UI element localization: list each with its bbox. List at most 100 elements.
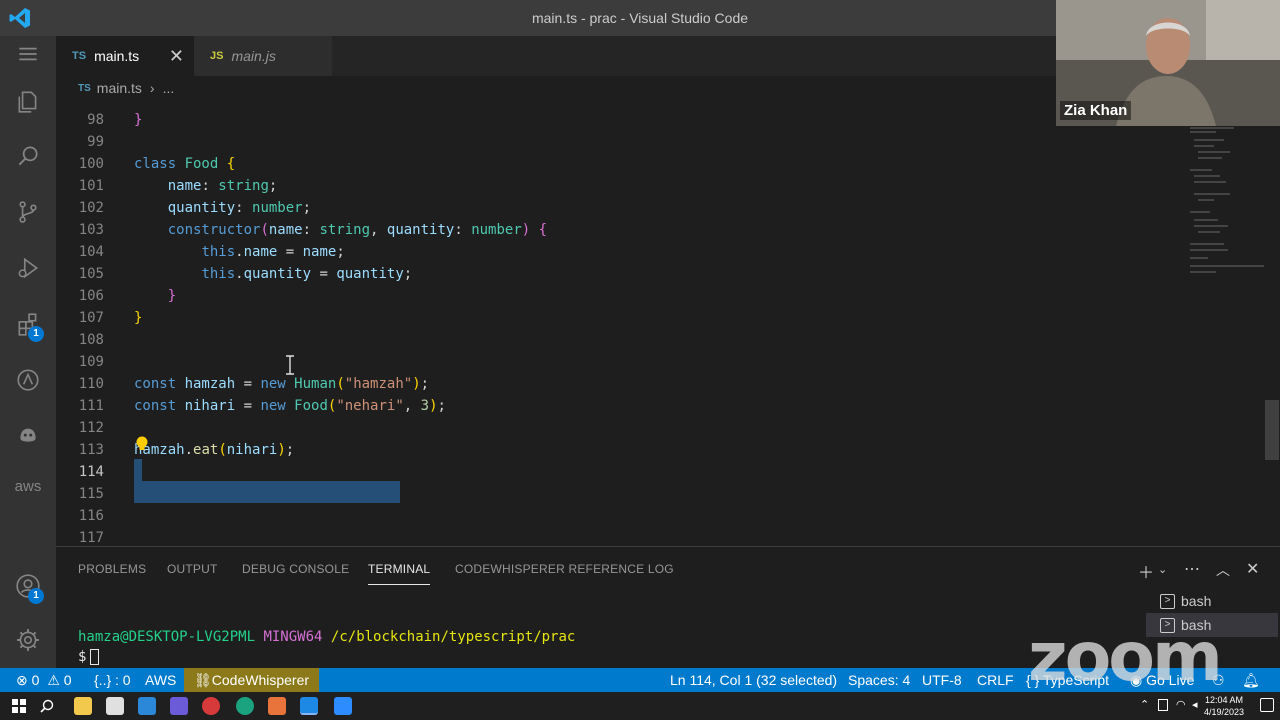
line-number: 102 xyxy=(78,200,104,216)
zoom-taskbar-icon[interactable] xyxy=(334,697,352,715)
code-text: } xyxy=(134,310,143,326)
tab-problems[interactable]: PROBLEMS xyxy=(78,562,146,576)
clock[interactable]: 12:04 AM 4/19/2023 xyxy=(1204,694,1244,718)
store-icon[interactable] xyxy=(106,697,124,715)
code-line: 116 xyxy=(56,505,1156,527)
chevron-down-icon[interactable]: ⌄ xyxy=(1158,563,1167,576)
problems-status[interactable]: ⊗ 0 ⚠ 0 xyxy=(16,668,72,692)
line-number: 114 xyxy=(78,464,104,480)
json-status[interactable]: {..} : 0 xyxy=(94,668,131,692)
figma-icon[interactable] xyxy=(268,697,286,715)
aws-toolkit-icon[interactable] xyxy=(0,356,56,404)
zoom-logo: zoom xyxy=(1028,618,1223,697)
tab-output[interactable]: OUTPUT xyxy=(167,562,218,576)
battery-icon[interactable] xyxy=(1158,699,1168,711)
manage-gear-icon[interactable] xyxy=(0,616,56,664)
search-icon[interactable] xyxy=(40,699,54,713)
line-number: 107 xyxy=(78,310,104,326)
code-line: 100 class Food { xyxy=(56,153,1156,175)
notification-center-icon[interactable] xyxy=(1260,698,1274,712)
javascript-file-icon: JS xyxy=(210,50,224,62)
code-line: 117 xyxy=(56,527,1156,546)
editor-scrollbar[interactable] xyxy=(1265,400,1279,460)
code-line: 111 const nihari = new Food("nehari", 3); xyxy=(56,395,1156,417)
code-text: } xyxy=(134,112,143,128)
tray-chevron-up-icon[interactable]: ⌃ xyxy=(1140,698,1149,711)
cursor-position[interactable]: Ln 114, Col 1 (32 selected) xyxy=(670,668,837,692)
close-panel-icon[interactable]: ✕ xyxy=(1246,559,1259,579)
notifications-icon[interactable]: 🔔︎ xyxy=(1242,668,1260,692)
line-number: 98 xyxy=(87,112,104,128)
terminal-item[interactable]: > bash xyxy=(1146,589,1278,613)
minimap[interactable] xyxy=(1184,124,1274,284)
opera-icon[interactable] xyxy=(202,697,220,715)
line-number: 103 xyxy=(78,222,104,238)
tab-codewhisperer-reference-log[interactable]: CODEWHISPERER REFERENCE LOG xyxy=(455,562,674,576)
close-icon[interactable]: ✕ xyxy=(169,46,184,67)
participant-name: Zia Khan xyxy=(1060,101,1132,120)
wifi-icon[interactable]: ◠ xyxy=(1176,698,1186,711)
error-count: 0 xyxy=(31,672,40,688)
copilot-icon[interactable] xyxy=(0,410,56,458)
encoding-status[interactable]: UTF-8 xyxy=(922,668,962,692)
more-actions-icon[interactable]: ⋯ xyxy=(1184,559,1200,579)
code-line: 109 xyxy=(56,351,1156,373)
tab-debug-console[interactable]: DEBUG CONSOLE xyxy=(242,562,349,576)
code-text: } xyxy=(167,288,177,304)
line-number: 117 xyxy=(78,530,104,546)
aws-status[interactable]: AWS xyxy=(145,668,176,692)
tab-label: main.ts xyxy=(94,48,140,64)
app-icon[interactable] xyxy=(170,697,188,715)
accounts-icon[interactable]: 1 xyxy=(0,562,56,610)
tab-terminal[interactable]: TERMINAL xyxy=(368,562,431,585)
indentation-status[interactable]: Spaces: 4 xyxy=(848,668,910,692)
aws-icon[interactable]: aws xyxy=(0,462,56,510)
breadcrumb-symbols[interactable]: ... xyxy=(163,80,175,96)
code-editor[interactable]: 98} 99 100 class Food {101 name: string; 102… xyxy=(56,100,1280,546)
activity-bar: 1 aws 1 xyxy=(0,36,56,668)
code-text: quantity: number; xyxy=(167,200,312,216)
new-terminal-icon[interactable]: ＋ xyxy=(1138,559,1154,583)
edge-icon[interactable] xyxy=(236,697,254,715)
tab-bar: TS main.ts ✕ JS main.js xyxy=(56,36,1056,76)
code-line: 106 } xyxy=(56,285,1156,307)
windows-start-icon[interactable] xyxy=(12,699,26,713)
source-control-icon[interactable] xyxy=(0,188,56,236)
terminal-prompt-line: hamza@DESKTOP-LVG2PML MINGW64 /c/blockch… xyxy=(78,629,575,645)
eol-status[interactable]: CRLF xyxy=(977,668,1014,692)
line-number: 110 xyxy=(78,376,104,392)
terminal-user: hamza@DESKTOP-LVG2PML xyxy=(78,629,256,645)
code-text: name: string; xyxy=(167,178,278,194)
explorer-icon[interactable] xyxy=(0,78,56,126)
run-debug-icon[interactable] xyxy=(0,244,56,292)
terminal-path: /c/blockchain/typescript/prac xyxy=(330,629,576,645)
codewhisperer-status[interactable]: ⛓CodeWhisperer xyxy=(184,668,320,692)
line-number: 108 xyxy=(78,332,104,348)
line-number: 100 xyxy=(78,156,104,172)
maximize-panel-icon[interactable]: ︿ xyxy=(1216,560,1230,580)
code-text: const hamzah = new Human("hamzah"); xyxy=(134,376,430,392)
line-number: 115 xyxy=(78,486,104,502)
line-number: 111 xyxy=(78,398,104,414)
code-text: constructor(name: string, quantity: numb… xyxy=(167,222,548,238)
terminal-dollar: $ xyxy=(78,649,87,665)
code-line: 105 this.quantity = quantity; xyxy=(56,263,1156,285)
code-text: this.name = name; xyxy=(201,244,345,260)
terminal-item-label: bash xyxy=(1181,593,1212,609)
volume-icon[interactable]: ◂ xyxy=(1192,698,1198,711)
lightbulb-icon[interactable] xyxy=(135,436,149,454)
menu-icon[interactable] xyxy=(0,30,56,78)
tab-main-ts[interactable]: TS main.ts ✕ xyxy=(56,36,194,76)
code-line: 103 constructor(name: string, quantity: … xyxy=(56,219,1156,241)
mail-icon[interactable] xyxy=(138,697,156,715)
search-icon[interactable] xyxy=(0,132,56,180)
code-line: 112 xyxy=(56,417,1156,439)
chevron-right-icon: › xyxy=(149,80,155,96)
vscode-taskbar-icon[interactable] xyxy=(300,697,318,715)
code-line: 104 this.name = name; xyxy=(56,241,1156,263)
terminal-input-line[interactable]: $ xyxy=(78,649,100,665)
file-explorer-icon[interactable] xyxy=(74,697,92,715)
breadcrumb-file[interactable]: main.ts xyxy=(97,80,142,96)
tab-main-js[interactable]: JS main.js xyxy=(194,36,332,76)
extensions-icon[interactable]: 1 xyxy=(0,300,56,348)
